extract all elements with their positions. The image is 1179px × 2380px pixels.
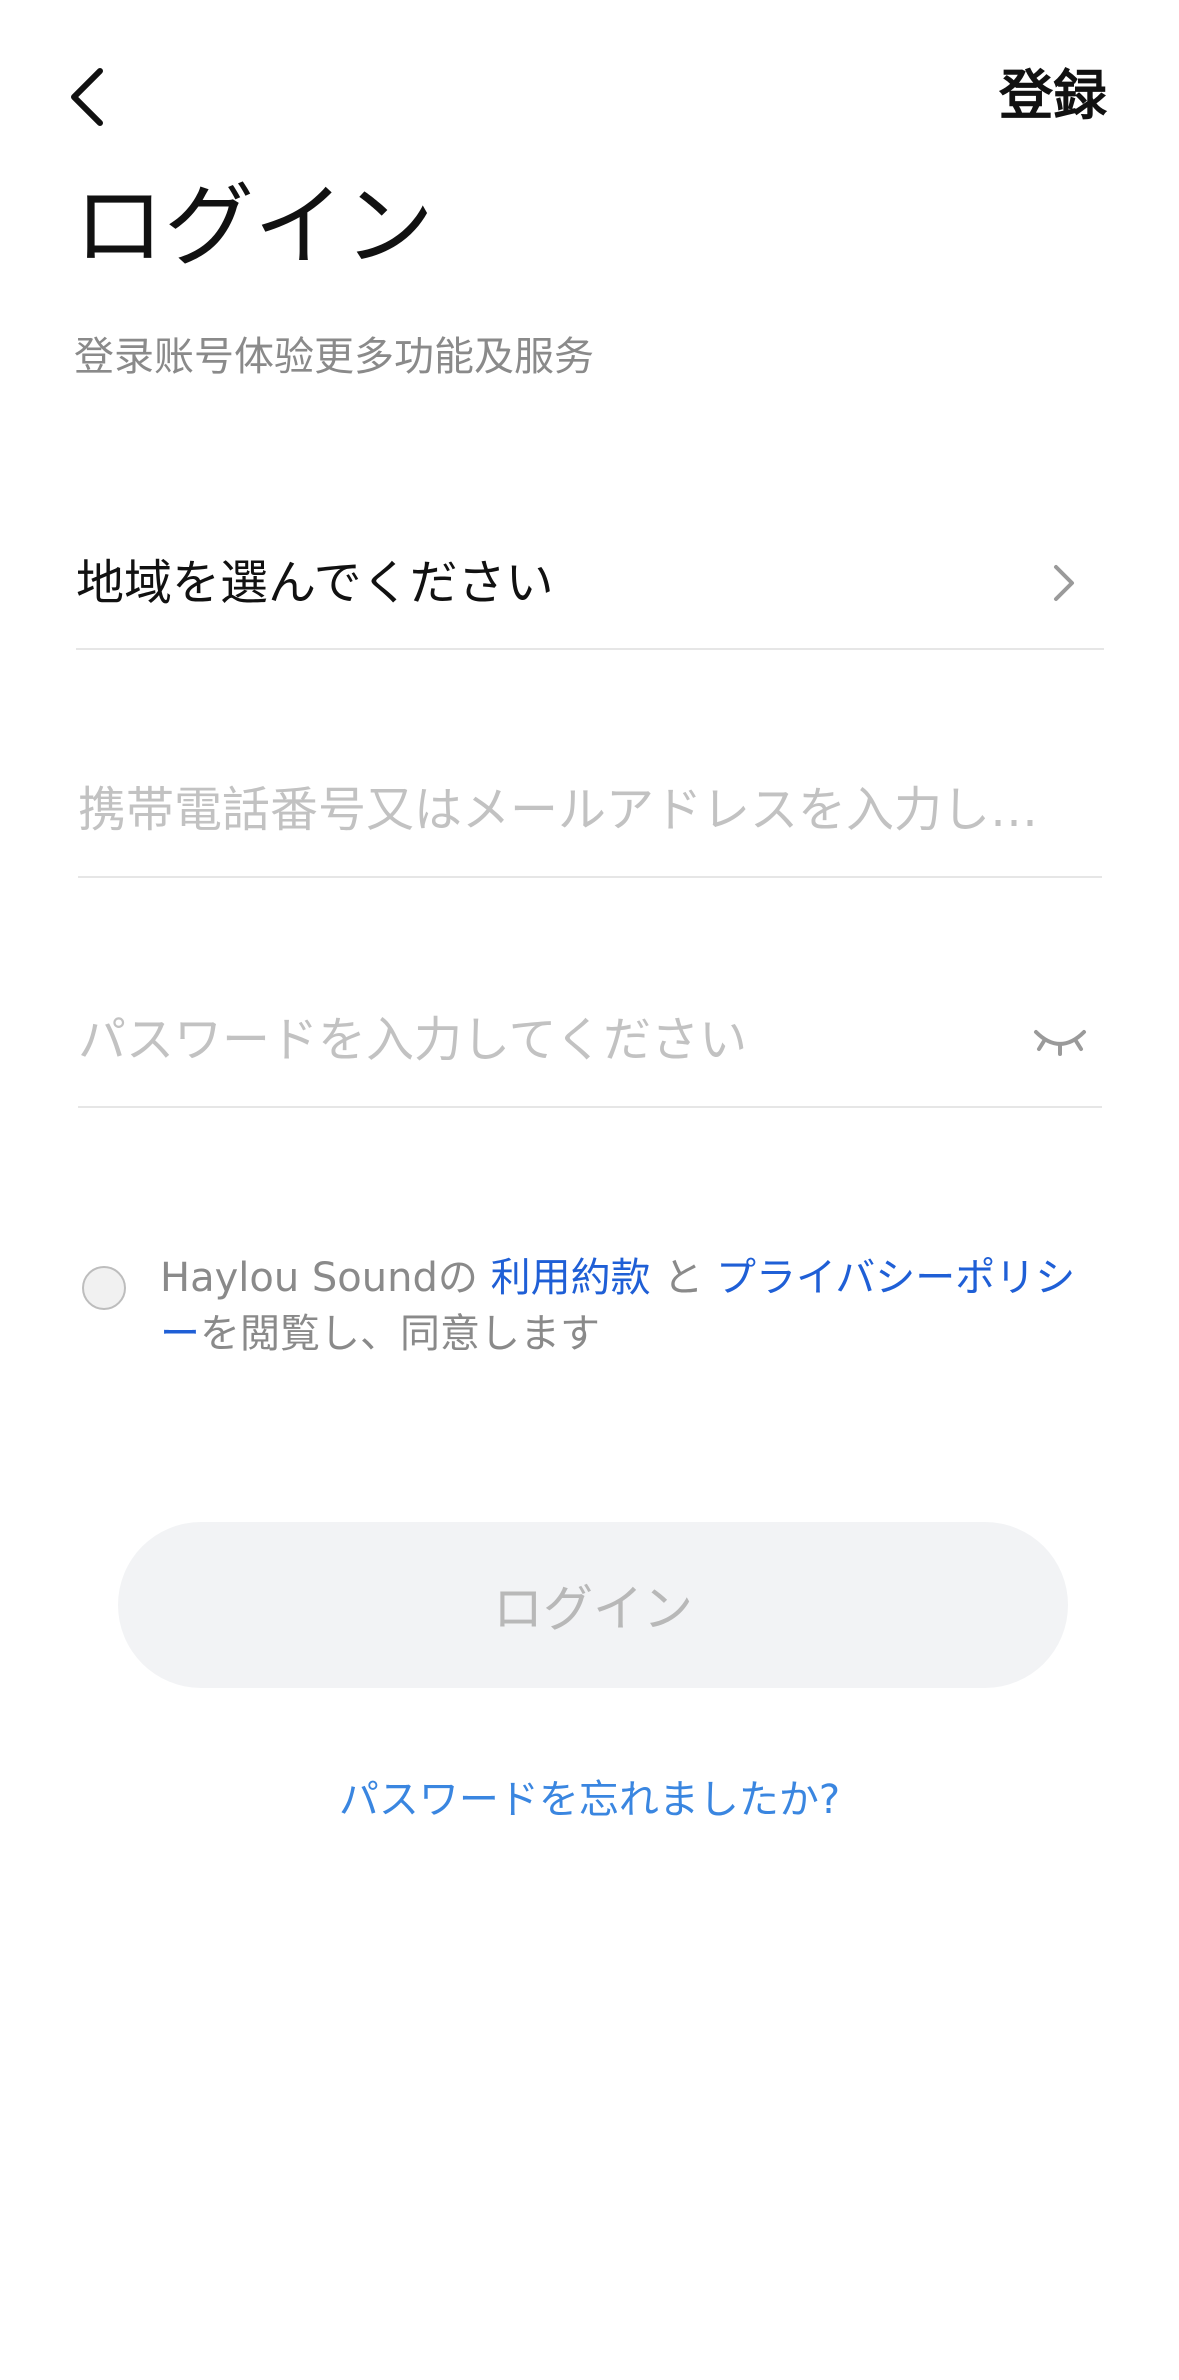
eye-closed-icon[interactable] [1032, 1020, 1088, 1060]
back-button[interactable] [66, 62, 136, 132]
agreement-row: Haylou Soundの 利用約款 と プライバシーポリシーを閲覧し、同意しま… [82, 1250, 1112, 1362]
login-button[interactable]: ログイン [118, 1522, 1068, 1688]
chevron-right-icon [1044, 553, 1084, 625]
page-subtitle: 登录账号体验更多功能及服务 [74, 334, 594, 380]
agreement-checkbox[interactable] [82, 1266, 126, 1310]
region-selector[interactable]: 地域を選んでください [76, 530, 1104, 650]
chevron-left-icon [71, 68, 103, 126]
terms-link[interactable]: 利用約款 [491, 1255, 651, 1301]
agreement-text: Haylou Soundの 利用約款 と プライバシーポリシーを閲覧し、同意しま… [160, 1250, 1106, 1362]
login-screen: 登録 ログイン 登录账号体验更多功能及服务 地域を選んでください Haylou … [0, 0, 1179, 2380]
account-field-container [78, 758, 1102, 878]
register-button[interactable]: 登録 [999, 60, 1107, 132]
account-input[interactable] [78, 782, 1102, 852]
agreement-prefix: Haylou Soundの [160, 1255, 491, 1301]
password-input[interactable] [78, 1012, 978, 1082]
page-title: ログイン [74, 174, 434, 279]
agreement-suffix: を閲覧し、同意します [200, 1311, 600, 1357]
agreement-conjunction: と [650, 1255, 717, 1301]
region-label: 地域を選んでください [76, 555, 554, 611]
password-field-container [78, 988, 1102, 1108]
forgot-password-link[interactable]: パスワードを忘れましたか? [0, 1772, 1179, 1828]
